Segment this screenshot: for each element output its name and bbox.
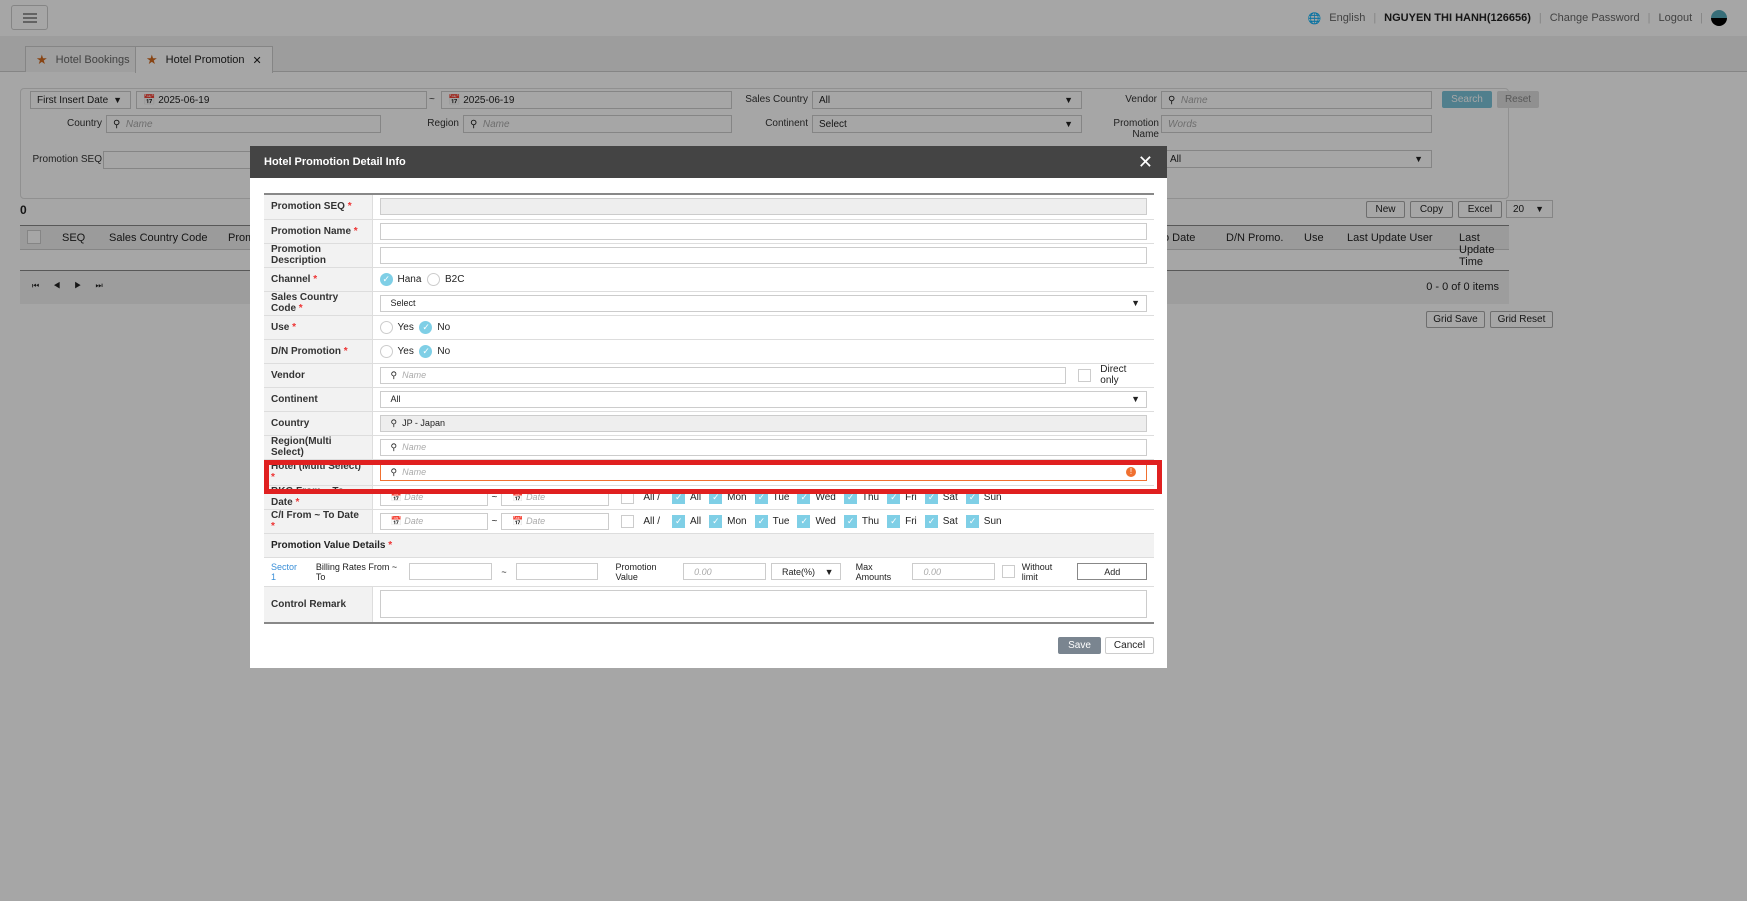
day-checkbox[interactable] [797, 514, 811, 528]
day-checkbox[interactable] [709, 514, 723, 528]
day-label: All [690, 515, 702, 527]
promotion-seq-input [379, 198, 1147, 216]
country-input: ⚲ JP - Japan [379, 414, 1147, 432]
billing-label: Billing Rates From ~ To [315, 561, 398, 582]
field-label: Region(Multi Select) [271, 436, 332, 458]
use-no-radio[interactable] [419, 320, 433, 334]
day-checkbox[interactable] [754, 514, 768, 528]
detail-form: Promotion SEQ * Promotion Name * Promoti… [264, 193, 1154, 624]
direct-only-checkbox[interactable] [1078, 368, 1092, 382]
ci-day-checkboxes[interactable]: All Mon Tue Wed Thu Fri Sat Sun [664, 514, 1002, 528]
without-limit-checkbox[interactable] [1002, 565, 1015, 578]
add-button[interactable]: Add [1077, 563, 1147, 580]
max-amounts-label: Max Amounts [855, 561, 892, 582]
day-label: Wed [815, 515, 836, 527]
billing-from-input[interactable] [409, 563, 493, 580]
day-label: Sat [942, 515, 958, 527]
day-checkbox[interactable] [887, 514, 901, 528]
hotel-promotion-detail-modal: Hotel Promotion Detail Info ✕ Promotion S… [250, 146, 1167, 668]
cancel-button[interactable]: Cancel [1105, 637, 1154, 654]
field-label: Sales Country Code [271, 292, 339, 314]
region-search-input[interactable]: ⚲ Name [379, 438, 1147, 456]
day-label: Mon [727, 515, 747, 527]
promotion-value-label: Promotion Value [615, 561, 657, 582]
section-label: Promotion Value Details [271, 539, 386, 551]
day-checkbox[interactable] [965, 514, 979, 528]
modal-title: Hotel Promotion Detail Info [264, 156, 406, 168]
field-label: Vendor [271, 369, 305, 381]
field-label: Channel [271, 273, 311, 285]
rate-select[interactable]: Rate(%) [771, 563, 841, 580]
day-label: Fri [905, 515, 917, 527]
promotion-description-input[interactable] [379, 246, 1147, 264]
day-checkbox[interactable] [843, 514, 857, 528]
control-remark-textarea[interactable] [379, 590, 1147, 619]
channel-hana-radio[interactable] [379, 272, 393, 286]
max-amounts-input[interactable]: 0.00 [912, 563, 996, 580]
field-label: Promotion Description [271, 244, 327, 266]
ci-all-checkbox[interactable] [621, 514, 635, 528]
close-icon[interactable]: ✕ [1138, 152, 1153, 173]
field-label: Promotion Name [271, 225, 352, 237]
day-checkbox[interactable] [924, 514, 938, 528]
channel-b2c-radio[interactable] [426, 272, 440, 286]
sales-country-code-select[interactable]: Select [379, 294, 1147, 312]
ci-to-date-input[interactable]: 📅 Date [501, 512, 610, 530]
promotion-name-input[interactable] [379, 222, 1147, 240]
day-label: Sun [983, 515, 1002, 527]
dn-yes-radio[interactable] [379, 344, 393, 358]
day-checkbox[interactable] [672, 514, 686, 528]
field-label: Use [271, 321, 290, 333]
sector-link[interactable]: Sector 1 [271, 562, 303, 582]
day-label: Thu [861, 515, 880, 527]
field-label: Control Remark [271, 598, 347, 610]
save-button[interactable]: Save [1058, 637, 1101, 654]
continent-select[interactable]: All [379, 390, 1147, 408]
field-label: Country [271, 417, 310, 429]
highlight-box [264, 460, 1162, 494]
day-label: Tue [772, 515, 790, 527]
field-label: C/I From ~ To Date [271, 510, 359, 521]
field-label: Promotion SEQ [271, 201, 345, 213]
ci-from-date-input[interactable]: 📅 Date [379, 512, 488, 530]
dn-no-radio[interactable] [419, 344, 433, 358]
billing-to-input[interactable] [515, 563, 599, 580]
vendor-search-input[interactable]: ⚲ Name [379, 366, 1067, 384]
field-label: Continent [271, 393, 318, 405]
field-label: D/N Promotion [271, 345, 341, 357]
promotion-value-input[interactable]: 0.00 [683, 563, 767, 580]
use-yes-radio[interactable] [379, 320, 393, 334]
